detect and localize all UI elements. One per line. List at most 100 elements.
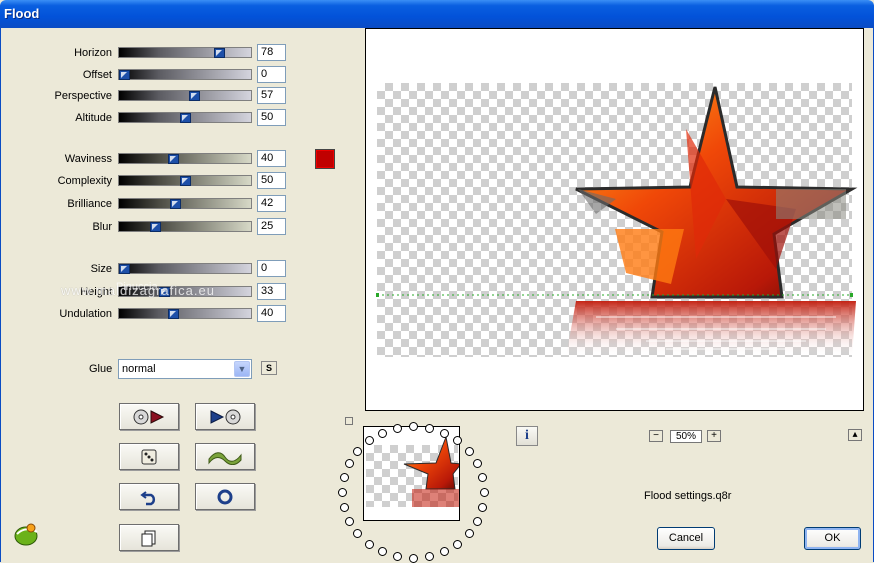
dial-dot[interactable] — [424, 423, 434, 433]
altitude-value-field[interactable]: 50 — [257, 109, 286, 126]
copy-page-icon — [141, 530, 156, 546]
undulation-slider-thumb[interactable] — [168, 309, 179, 319]
complexity-slider[interactable] — [118, 175, 252, 186]
perspective-value-field[interactable]: 57 — [257, 87, 286, 104]
dial-dot[interactable] — [439, 428, 449, 438]
disc-next-button[interactable] — [195, 403, 255, 430]
slider-row-brilliance: Brilliance 42 — [1, 195, 301, 215]
dialog-client-area: Horizon 78 Offset 0 Perspective 57 Altitude 50 W… — [0, 28, 874, 563]
height-value-field[interactable]: 33 — [257, 283, 286, 300]
offset-value-field[interactable]: 0 — [257, 66, 286, 83]
waviness-slider[interactable] — [118, 153, 252, 164]
horizon-label: Horizon — [74, 47, 112, 59]
dial-dot[interactable] — [472, 459, 482, 469]
undo-button[interactable] — [119, 483, 179, 510]
navigator-thumbnail[interactable] — [363, 426, 460, 521]
undo-arrow-icon — [140, 490, 156, 505]
dial-dot[interactable] — [393, 552, 403, 562]
glue-select[interactable]: normal ▼ — [118, 359, 252, 379]
dial-dot[interactable] — [353, 529, 363, 539]
chevron-down-icon[interactable]: ▼ — [234, 361, 250, 377]
disc-prev-button[interactable] — [119, 403, 179, 430]
dial-dot[interactable] — [393, 423, 403, 433]
dice-icon — [141, 449, 157, 464]
reset-button[interactable] — [195, 483, 255, 510]
glue-label: Glue — [89, 363, 113, 375]
dial-dot[interactable] — [378, 428, 388, 438]
dial-dot[interactable] — [464, 446, 474, 456]
dial-dot[interactable] — [478, 473, 488, 483]
horizon-slider[interactable] — [118, 47, 252, 58]
size-value-field[interactable]: 0 — [257, 260, 286, 277]
waviness-label: Waviness — [64, 153, 112, 165]
dial-dot[interactable] — [339, 473, 349, 483]
altitude-slider-thumb[interactable] — [180, 113, 191, 123]
dial-dot[interactable] — [464, 529, 474, 539]
dial-dot[interactable] — [453, 436, 463, 446]
slider-row-perspective: Perspective 57 — [1, 87, 301, 107]
horizon-value-field[interactable]: 78 — [257, 44, 286, 61]
zoom-out-button[interactable]: − — [649, 430, 663, 442]
size-label: Size — [90, 263, 112, 275]
undulation-value-field[interactable]: 40 — [257, 305, 286, 322]
blur-slider-thumb[interactable] — [150, 222, 161, 232]
slider-row-altitude: Altitude 50 — [1, 109, 301, 129]
dial-dot[interactable] — [339, 502, 349, 512]
size-slider-thumb[interactable] — [119, 264, 130, 274]
copy-button[interactable] — [119, 524, 179, 551]
dial-dot[interactable] — [338, 488, 347, 497]
disc-play-left-icon — [133, 409, 165, 424]
dial-dot[interactable] — [345, 516, 355, 526]
info-button[interactable]: i — [516, 426, 538, 446]
dial-dot[interactable] — [353, 446, 363, 456]
dial-dot[interactable] — [472, 516, 482, 526]
dial-dot[interactable] — [453, 539, 463, 549]
dial-dot[interactable] — [364, 539, 374, 549]
waviness-value-field[interactable]: 40 — [257, 150, 286, 167]
settings-file-name: Flood settings.q8r — [644, 490, 732, 502]
complexity-label: Complexity — [57, 175, 112, 187]
dial-dot[interactable] — [480, 488, 489, 497]
slider-row-waviness: Waviness 40 — [1, 150, 301, 170]
brilliance-label: Brilliance — [67, 198, 112, 210]
preview-pane[interactable] — [365, 28, 864, 411]
navigator-handle[interactable] — [345, 417, 353, 425]
offset-slider[interactable] — [118, 69, 252, 80]
undulation-slider[interactable] — [118, 308, 252, 319]
dial-dot[interactable] — [439, 547, 449, 557]
slider-row-complexity: Complexity 50 — [1, 172, 301, 192]
play-disc-right-icon — [210, 409, 241, 424]
size-slider[interactable] — [118, 263, 252, 274]
complexity-slider-thumb[interactable] — [180, 176, 191, 186]
brilliance-slider-thumb[interactable] — [170, 199, 181, 209]
dial-dot[interactable] — [345, 459, 355, 469]
blur-value-field[interactable]: 25 — [257, 218, 286, 235]
dial-dot[interactable] — [409, 422, 418, 431]
dial-dot[interactable] — [378, 547, 388, 557]
ring-icon — [217, 489, 233, 504]
random-button[interactable] — [119, 443, 179, 470]
title-bar[interactable]: Flood — [0, 0, 874, 28]
blur-slider[interactable] — [118, 221, 252, 232]
brilliance-value-field[interactable]: 42 — [257, 195, 286, 212]
dial-dot[interactable] — [478, 502, 488, 512]
perspective-slider-thumb[interactable] — [189, 91, 200, 101]
dial-dot[interactable] — [424, 552, 434, 562]
brilliance-slider[interactable] — [118, 198, 252, 209]
cancel-button[interactable]: Cancel — [657, 527, 715, 550]
color-swatch[interactable] — [315, 149, 335, 169]
glue-s-button[interactable]: S — [261, 361, 277, 375]
collapse-icon[interactable]: ▴ — [848, 429, 862, 441]
ok-button[interactable]: OK — [804, 527, 861, 550]
offset-slider-thumb[interactable] — [119, 70, 130, 80]
offset-label: Offset — [82, 69, 112, 81]
slider-row-blur: Blur 25 — [1, 218, 301, 238]
waviness-slider-thumb[interactable] — [168, 154, 179, 164]
altitude-slider[interactable] — [118, 112, 252, 123]
complexity-value-field[interactable]: 50 — [257, 172, 286, 189]
slider-row-offset: Offset 0 — [1, 66, 301, 86]
zoom-in-button[interactable]: + — [707, 430, 721, 442]
horizon-slider-thumb[interactable] — [214, 48, 225, 58]
perspective-slider[interactable] — [118, 90, 252, 101]
wave-button[interactable] — [195, 443, 255, 470]
